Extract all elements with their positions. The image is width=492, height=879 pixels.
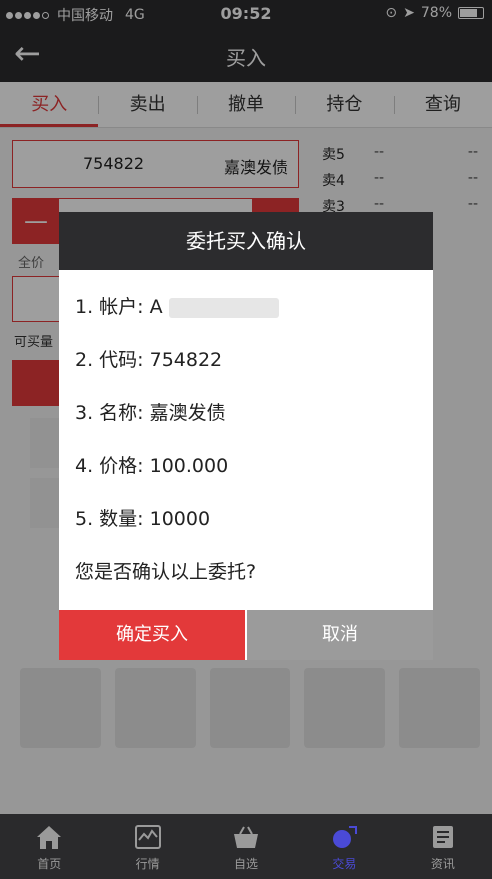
trade-icon: [329, 823, 359, 851]
account-redacted: [168, 297, 279, 318]
bottom-tab-label: 交易: [332, 857, 357, 871]
confirm-buy-button[interactable]: 确定买入: [59, 610, 245, 660]
bottom-tab-home[interactable]: 首页: [0, 814, 98, 879]
bottom-tab-label: 首页: [37, 857, 62, 871]
cancel-button[interactable]: 取消: [247, 610, 433, 660]
bottom-tab-market[interactable]: 行情: [98, 814, 196, 879]
bottom-tab-label: 自选: [234, 857, 259, 871]
quantity-line: 5. 数量: 10000: [75, 508, 211, 530]
dialog-buttons: 确定买入 取消: [59, 610, 433, 660]
name-line: 3. 名称: 嘉澳发债: [75, 402, 226, 424]
dialog-title: 委托买入确认: [59, 212, 433, 270]
bottom-tab-trade[interactable]: 交易: [295, 814, 393, 879]
chart-icon: [133, 823, 163, 851]
home-icon: [34, 823, 64, 851]
account-line: 1. 帐户: A: [75, 292, 279, 319]
news-icon: [428, 823, 458, 851]
bottom-tab-label: 行情: [135, 857, 160, 871]
confirm-question: 您是否确认以上委托?: [75, 561, 257, 583]
price-line: 4. 价格: 100.000: [75, 455, 229, 477]
code-line: 2. 代码: 754822: [75, 349, 223, 371]
bottom-tab-label: 资讯: [430, 857, 455, 871]
account-label: 1. 帐户: A: [75, 296, 163, 318]
bottom-tab-news[interactable]: 资讯: [394, 814, 492, 879]
order-confirm-dialog: 委托买入确认 1. 帐户: A 2. 代码: 754822 3. 名称: 嘉澳发…: [59, 212, 433, 660]
basket-icon: [231, 823, 261, 851]
bottom-tab-bar: 首页 行情 自选 交易 资讯: [0, 814, 492, 879]
dialog-body: 1. 帐户: A 2. 代码: 754822 3. 名称: 嘉澳发债 4. 价格…: [59, 270, 433, 610]
bottom-tab-watchlist[interactable]: 自选: [197, 814, 295, 879]
